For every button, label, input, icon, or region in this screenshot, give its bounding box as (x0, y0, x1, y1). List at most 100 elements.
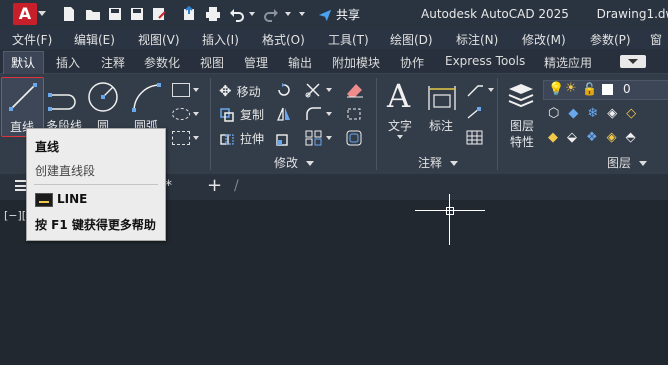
app-menu-chevron-icon[interactable] (38, 11, 46, 16)
layer-dropdown[interactable]: 💡 ☀ 🔓 0 (543, 80, 668, 100)
menu-insert[interactable]: 插入(I) (202, 31, 239, 48)
autocad-logo[interactable]: A (13, 3, 37, 25)
crosshair-pickbox (446, 207, 454, 215)
tab-manage[interactable]: 管理 (244, 54, 268, 71)
share-button[interactable]: 共享 (318, 6, 360, 23)
layer-walk-icon[interactable]: ⬘ (626, 130, 636, 146)
new-file-icon[interactable] (60, 5, 78, 23)
plot-icon[interactable] (204, 5, 222, 23)
save-icon[interactable] (106, 5, 124, 23)
hatch-icon[interactable] (172, 131, 190, 145)
fillet-dropdown-icon[interactable] (326, 112, 332, 116)
customize-toolbar-icon[interactable] (299, 12, 305, 16)
circle-tool-button[interactable]: 圆 (86, 79, 122, 133)
undo-dropdown-icon[interactable] (249, 12, 255, 16)
menu-format[interactable]: 格式(O) (262, 31, 305, 48)
text-tool-button[interactable]: A 文字 (383, 79, 417, 139)
annotation-panel-title[interactable]: 注释 (418, 154, 458, 171)
menu-file[interactable]: 文件(F) (12, 31, 52, 48)
fillet-icon[interactable] (305, 106, 323, 122)
trim-dropdown-icon[interactable] (326, 88, 332, 92)
redo-dropdown-icon[interactable] (285, 12, 291, 16)
array-icon[interactable] (305, 130, 323, 146)
redo-icon[interactable] (262, 5, 280, 23)
app-name: Autodesk AutoCAD 2025 (421, 7, 569, 21)
menu-edit[interactable]: 编辑(E) (74, 31, 115, 48)
copy-button[interactable]: 复制 (220, 106, 264, 123)
match-layer-icon[interactable]: ⬙ (567, 130, 577, 146)
rectangle-dropdown-icon[interactable] (193, 88, 199, 92)
ribbon-minimize-button[interactable] (620, 55, 646, 68)
layers-panel-title[interactable]: 图层 (607, 154, 647, 171)
rectangle-icon[interactable] (172, 83, 190, 97)
erase-icon[interactable] (346, 82, 364, 98)
upload-icon[interactable] (180, 5, 198, 23)
arc-tool-button[interactable]: 圆弧 (128, 79, 164, 133)
copy-icon (220, 107, 234, 122)
make-current-icon[interactable]: ◆ (548, 130, 558, 146)
modify-panel-title[interactable]: 修改 (274, 154, 314, 171)
menu-parametric[interactable]: 参数(P) (590, 31, 631, 48)
layer-thaw-icon[interactable]: ◈ (607, 130, 617, 146)
undo-icon[interactable] (228, 5, 246, 23)
layer-isolate-icon[interactable]: ◆ (568, 106, 578, 122)
file-name: Drawing1.dwg (596, 7, 668, 21)
tab-output[interactable]: 输出 (288, 54, 312, 71)
stretch-button[interactable]: 拉伸 (220, 130, 264, 147)
offset-icon[interactable] (346, 130, 364, 146)
tab-home[interactable]: 默认 (11, 54, 35, 71)
menu-dimension[interactable]: 标注(N) (456, 31, 498, 48)
leader-icon[interactable] (466, 82, 484, 98)
chevron-down-icon (628, 59, 638, 64)
tab-addins[interactable]: 附加模块 (332, 54, 380, 71)
menu-window[interactable]: 窗 (650, 31, 662, 48)
layer-freeze-icon[interactable]: ❄ (587, 106, 598, 122)
ellipse-icon[interactable] (172, 108, 190, 120)
open-folder-icon[interactable] (84, 5, 102, 23)
tolerance-icon[interactable] (466, 106, 484, 122)
dimension-icon (428, 86, 456, 110)
layer-off-icon[interactable]: ⬡ (548, 106, 559, 122)
web-mobile-icon[interactable] (150, 5, 168, 23)
move-arrows-icon: ✥ (219, 82, 232, 100)
dimension-tool-label: 标注 (429, 119, 454, 133)
mirror-icon[interactable] (276, 106, 292, 122)
explode-icon[interactable] (346, 106, 364, 122)
new-tab-button[interactable]: + (207, 175, 222, 196)
tab-collaborate[interactable]: 协作 (400, 54, 424, 71)
hatch-dropdown-icon[interactable] (193, 136, 199, 140)
tab-annotate[interactable]: 注释 (101, 54, 125, 71)
menu-view[interactable]: 视图(V) (138, 31, 180, 48)
dimension-tool-button[interactable]: 标注 (424, 79, 460, 139)
scale-icon[interactable] (276, 130, 292, 146)
tab-parametric[interactable]: 参数化 (144, 54, 180, 71)
table-icon[interactable] (466, 130, 484, 146)
polyline-tool-button[interactable]: 多段线 (44, 79, 84, 133)
layer-lock-icon[interactable]: ◈ (607, 106, 617, 122)
leader-dropdown-icon[interactable] (488, 88, 494, 92)
layer-label-line2: 特性 (510, 135, 535, 149)
text-a-icon: A (387, 77, 411, 115)
tab-express-tools[interactable]: Express Tools (445, 54, 525, 68)
text-dropdown-icon (397, 135, 403, 139)
array-dropdown-icon[interactable] (326, 136, 332, 140)
lightbulb-icon: 💡 (548, 82, 565, 97)
layer-properties-button[interactable]: 图层 特性 (503, 79, 539, 149)
menu-tools[interactable]: 工具(T) (328, 31, 369, 48)
tab-featured-apps[interactable]: 精选应用 (544, 54, 592, 71)
layer-unisolate-icon[interactable]: ◇ (626, 106, 636, 122)
modify-panel-label: 修改 (274, 156, 299, 170)
line-tool-tooltip: 直线 创建直线段 LINE 按 F1 键获得更多帮助 (26, 128, 166, 241)
tab-view[interactable]: 视图 (200, 54, 224, 71)
move-label: 移动 (236, 84, 261, 99)
menu-draw[interactable]: 绘图(D) (390, 31, 433, 48)
rotate-icon[interactable] (276, 82, 292, 98)
ellipse-dropdown-icon[interactable] (193, 112, 199, 116)
tab-insert[interactable]: 插入 (56, 54, 80, 71)
menu-modify[interactable]: 修改(M) (522, 31, 566, 48)
line-icon (9, 83, 37, 111)
save-as-icon[interactable] (128, 5, 146, 23)
trim-icon[interactable] (305, 82, 323, 98)
move-button[interactable]: ✥ 移动 (219, 82, 261, 100)
layer-previous-icon[interactable]: ❖ (586, 130, 598, 146)
